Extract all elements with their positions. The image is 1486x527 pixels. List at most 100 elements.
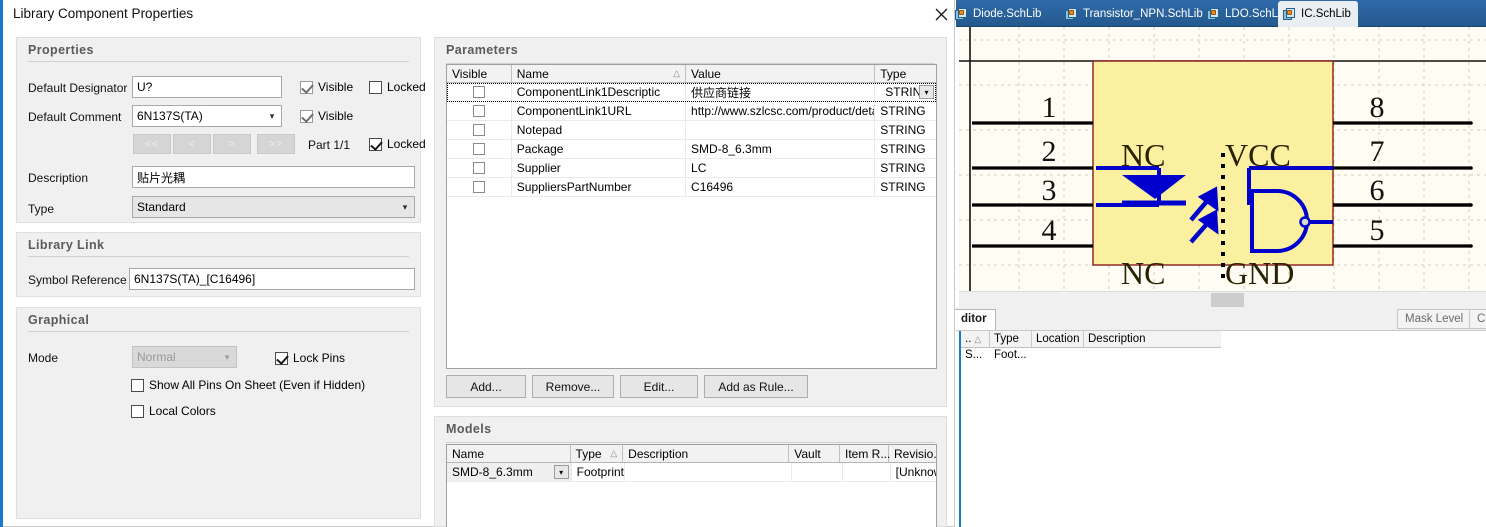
parameters-table[interactable]: Visible Name △ Value Type ComponentLink1… (446, 64, 937, 369)
row-visible-checkbox[interactable] (472, 105, 485, 117)
table-row[interactable]: SMD-8_6.3mm ▾ Footprint [Unknow (447, 463, 936, 482)
row-visible-checkbox[interactable] (472, 181, 485, 193)
column-visible: Visible (447, 65, 512, 82)
list-cell-description (1084, 348, 1221, 364)
checkbox-label: Local Colors (149, 404, 216, 418)
list-item[interactable]: S... Foot... (961, 348, 1221, 364)
group-title: Models (446, 422, 492, 436)
cell-model-item-revision (843, 463, 891, 481)
chevron-right-icon[interactable]: chevron-right-icon (1469, 292, 1483, 308)
combo-value: 6N137S(TA) (137, 109, 203, 123)
edit-parameter-button[interactable]: Edit... (620, 375, 698, 398)
list-col-description: Description (1088, 333, 1146, 345)
checkbox-label: Locked (387, 80, 426, 94)
designator-visible-checkbox[interactable]: Visible (300, 80, 353, 94)
svg-text:8: 8 (1370, 91, 1385, 124)
symbol-reference-input[interactable]: 6N137S(TA)_[C16496] (129, 268, 415, 290)
panel-tab-editor[interactable]: ditor (952, 309, 996, 330)
document-tab-bar: Diode.SchLib Transistor_NPN.SchLib LDO.S… (955, 0, 1486, 27)
description-input[interactable]: 贴片光耦 (132, 166, 415, 188)
combo-value: Normal (137, 350, 176, 364)
local-colors-checkbox[interactable]: Local Colors (131, 404, 216, 418)
library-component-properties-dialog: Library Component Properties Properties … (3, 0, 955, 527)
cell-value: 供应商链接 (686, 83, 876, 101)
tab-diode-schlib[interactable]: Diode.SchLib (950, 1, 1048, 27)
table-row[interactable]: ComponentLink1Descriptic 供应商链接 STRING ▾ (447, 83, 936, 102)
table-row[interactable]: Notepad STRING (447, 121, 936, 140)
column-type: Type (880, 66, 907, 81)
column-name: Name (447, 445, 571, 462)
row-visible-checkbox[interactable] (472, 143, 485, 155)
cell-value: LC (686, 159, 876, 177)
table-row[interactable]: ComponentLink1URL http://www.szlcsc.com/… (447, 102, 936, 121)
close-icon[interactable] (928, 2, 954, 26)
cell-name: ComponentLink1URL (512, 102, 687, 120)
list-col-type: Type (990, 331, 1032, 347)
group-title: Library Link (28, 238, 105, 252)
description-label: Description (28, 171, 89, 185)
chevron-down-icon[interactable]: ▾ (919, 85, 934, 99)
schematic-canvas[interactable]: 1 2 3 4 8 7 6 5 NC NC VCC GND (959, 27, 1486, 291)
add-as-rule-button[interactable]: Add as Rule... (704, 375, 808, 398)
svg-text:2: 2 (1042, 135, 1057, 168)
checkbox-box (275, 351, 288, 365)
nav-prev-button: < (173, 134, 211, 154)
designator-locked-checkbox[interactable]: Locked (369, 80, 426, 94)
cell-visible (447, 159, 512, 177)
part-indicator: Part 1/1 (308, 138, 351, 152)
mask-level-button[interactable]: Mask Level (1397, 309, 1472, 329)
table-row[interactable]: Package SMD-8_6.3mm STRING (447, 140, 936, 159)
column-type: Type △ (571, 445, 624, 462)
nav-next-button: > (213, 134, 251, 154)
cell-name: Package (512, 140, 687, 158)
add-parameter-button[interactable]: Add... (446, 375, 526, 398)
models-table[interactable]: Name Type △ Description Vault Item R... … (446, 444, 937, 527)
editor-object-list[interactable]: .. △ Type Location Description S... Foot… (959, 331, 1221, 527)
cell-model-revision: [Unknow (895, 465, 936, 479)
page-title: Library Component Properties (13, 6, 194, 21)
editor-panel-strip: ditor Mask Level Cle (952, 307, 1486, 331)
checkbox-box (131, 404, 144, 418)
default-comment-combobox[interactable]: 6N137S(TA) ▾ (132, 105, 282, 127)
default-designator-input[interactable]: U? (132, 76, 282, 98)
comment-visible-checkbox[interactable]: Visible (300, 109, 353, 123)
lock-pins-checkbox[interactable]: Lock Pins (275, 351, 345, 365)
table-row[interactable]: Supplier LC STRING (447, 159, 936, 178)
row-visible-checkbox[interactable] (472, 86, 485, 98)
svg-text:4: 4 (1042, 214, 1057, 247)
checkbox-box (300, 109, 313, 123)
scrollbar-thumb[interactable] (1211, 293, 1244, 307)
clear-button[interactable]: Cle (1469, 309, 1486, 329)
tab-ic-schlib[interactable]: IC.SchLib (1278, 1, 1358, 27)
column-vault: Vault (789, 445, 840, 462)
schlib-icon (1207, 7, 1221, 21)
checkbox-box (369, 137, 382, 151)
tab-transistor-npn-schlib[interactable]: Transistor_NPN.SchLib (1060, 1, 1210, 27)
chevron-down-icon[interactable]: ▾ (553, 465, 569, 479)
editor-detail-pane (1222, 331, 1486, 527)
row-visible-checkbox[interactable] (472, 162, 485, 174)
group-divider (28, 61, 409, 62)
type-label: Type (28, 202, 55, 216)
remove-parameter-button[interactable]: Remove... (532, 375, 614, 398)
part-locked-checkbox[interactable]: Locked (369, 137, 426, 151)
chevron-down-icon[interactable]: ▾ (396, 202, 414, 213)
models-group: Models Name Type △ Description Vault Ite… (434, 416, 947, 527)
row-visible-checkbox[interactable] (472, 124, 485, 136)
checkbox-box (131, 378, 144, 392)
group-divider (446, 442, 935, 443)
cell-type: STRING (880, 142, 926, 156)
cell-visible (447, 102, 512, 120)
cell-name: Notepad (512, 121, 687, 139)
list-cell-location (1032, 348, 1084, 364)
sort-ascending-icon: △ (974, 333, 982, 344)
show-all-pins-checkbox[interactable]: Show All Pins On Sheet (Even if Hidden) (131, 378, 365, 392)
cell-value (686, 121, 876, 139)
canvas-horizontal-scrollbar[interactable]: chevron-right-icon (959, 291, 1486, 307)
group-title: Parameters (446, 43, 519, 57)
cell-model-description (625, 463, 793, 481)
table-row[interactable]: SuppliersPartNumber C16496 STRING (447, 178, 936, 197)
chevron-down-icon[interactable]: ▾ (263, 111, 281, 122)
type-combobox[interactable]: Standard ▾ (132, 196, 415, 218)
group-divider (28, 256, 409, 257)
